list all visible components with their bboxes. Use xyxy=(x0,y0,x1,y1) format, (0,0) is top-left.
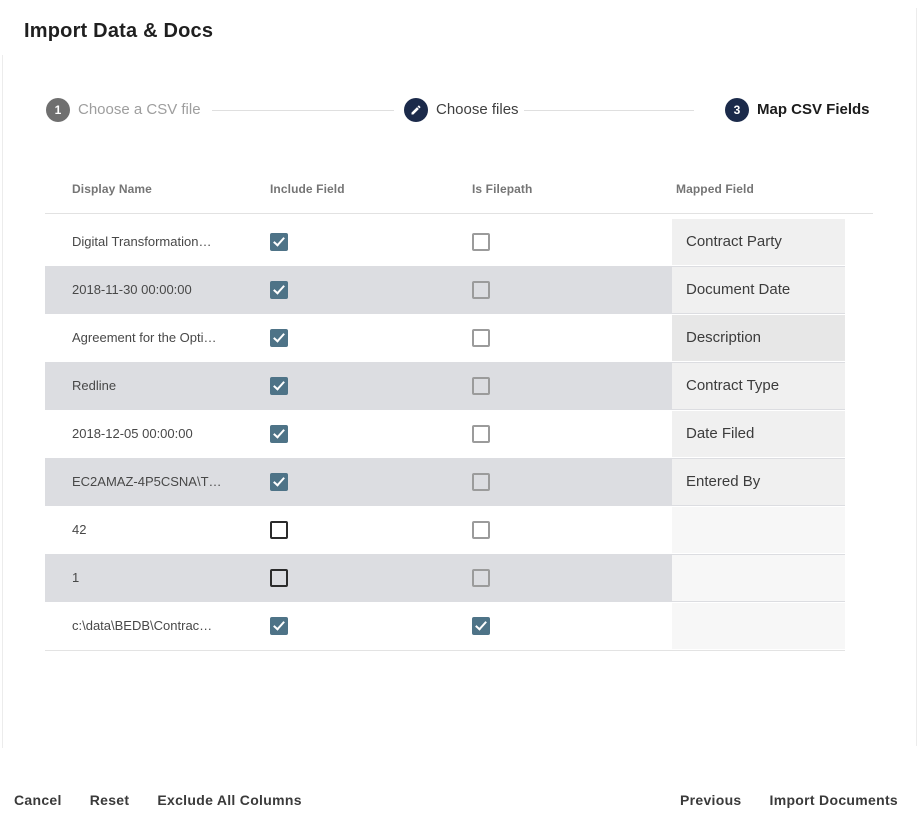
display-name-cell: EC2AMAZ-4P5CSNA\T… xyxy=(72,458,222,506)
table-header-divider xyxy=(45,213,873,214)
display-name-cell: Digital Transformation… xyxy=(72,218,211,266)
cancel-button[interactable]: Cancel xyxy=(0,784,76,816)
reset-button[interactable]: Reset xyxy=(76,784,144,816)
include-field-checkbox[interactable] xyxy=(270,569,288,587)
mapped-field-input[interactable]: Date Filed xyxy=(672,411,845,457)
table-row: 42 xyxy=(45,506,845,554)
step-1-label: Choose a CSV file xyxy=(78,98,201,122)
include-field-checkbox[interactable] xyxy=(270,617,288,635)
table-row: Redline Contract Type xyxy=(45,362,845,410)
dialog-actions-left: Cancel Reset Exclude All Columns xyxy=(0,784,316,816)
pencil-icon xyxy=(410,104,422,116)
column-header-include-field: Include Field xyxy=(270,182,345,196)
include-field-checkbox[interactable] xyxy=(270,329,288,347)
table-row: Digital Transformation… Contract Party xyxy=(45,218,845,266)
mapped-field-input[interactable] xyxy=(672,603,845,649)
is-filepath-checkbox[interactable] xyxy=(472,617,490,635)
step-3-indicator[interactable]: 3 xyxy=(725,98,749,122)
content-left-border xyxy=(2,55,3,748)
dialog-actions-right: Previous Import Documents xyxy=(666,784,912,816)
column-header-display-name: Display Name xyxy=(72,182,152,196)
is-filepath-checkbox[interactable] xyxy=(472,521,490,539)
exclude-all-columns-button[interactable]: Exclude All Columns xyxy=(143,784,315,816)
field-mapping-table: Digital Transformation… Contract Party 2… xyxy=(45,218,845,651)
display-name-cell: c:\data\BEDB\Contrac… xyxy=(72,602,212,650)
display-name-cell: 42 xyxy=(72,506,86,554)
table-row: 2018-11-30 00:00:00 Document Date xyxy=(45,266,845,314)
include-field-checkbox[interactable] xyxy=(270,233,288,251)
is-filepath-checkbox[interactable] xyxy=(472,281,490,299)
display-name-cell: Agreement for the Opti… xyxy=(72,314,217,362)
is-filepath-checkbox[interactable] xyxy=(472,569,490,587)
mapped-field-input[interactable]: Entered By xyxy=(672,459,845,505)
include-field-checkbox[interactable] xyxy=(270,473,288,491)
include-field-checkbox[interactable] xyxy=(270,377,288,395)
mapped-field-input[interactable]: Contract Party xyxy=(672,219,845,265)
table-row: 2018-12-05 00:00:00 Date Filed xyxy=(45,410,845,458)
column-header-mapped-field: Mapped Field xyxy=(676,182,754,196)
is-filepath-checkbox[interactable] xyxy=(472,233,490,251)
mapped-field-input[interactable]: Description xyxy=(672,315,845,361)
step-1-number: 1 xyxy=(55,103,62,117)
step-connector-1 xyxy=(212,110,394,111)
is-filepath-checkbox[interactable] xyxy=(472,329,490,347)
column-header-is-filepath: Is Filepath xyxy=(472,182,532,196)
mapped-field-input[interactable] xyxy=(672,507,845,553)
include-field-checkbox[interactable] xyxy=(270,425,288,443)
table-row: EC2AMAZ-4P5CSNA\T… Entered By xyxy=(45,458,845,506)
is-filepath-checkbox[interactable] xyxy=(472,377,490,395)
table-row: Agreement for the Opti… Description xyxy=(45,314,845,362)
table-row: 1 xyxy=(45,554,845,602)
is-filepath-checkbox[interactable] xyxy=(472,473,490,491)
step-connector-2 xyxy=(524,110,694,111)
dialog-title: Import Data & Docs xyxy=(24,20,213,43)
content-right-border xyxy=(916,8,917,746)
mapped-field-input[interactable]: Contract Type xyxy=(672,363,845,409)
step-1-indicator[interactable]: 1 xyxy=(46,98,70,122)
previous-button[interactable]: Previous xyxy=(666,784,756,816)
display-name-cell: 1 xyxy=(72,554,79,602)
display-name-cell: 2018-11-30 00:00:00 xyxy=(72,266,192,314)
step-2-label: Choose files xyxy=(436,98,519,122)
table-row: c:\data\BEDB\Contrac… xyxy=(45,602,845,650)
step-3-label: Map CSV Fields xyxy=(757,98,870,122)
display-name-cell: 2018-12-05 00:00:00 xyxy=(72,410,193,458)
mapped-field-input[interactable] xyxy=(672,555,845,601)
import-documents-button[interactable]: Import Documents xyxy=(756,784,912,816)
step-2-indicator[interactable] xyxy=(404,98,428,122)
display-name-cell: Redline xyxy=(72,362,116,410)
mapped-field-input[interactable]: Document Date xyxy=(672,267,845,313)
include-field-checkbox[interactable] xyxy=(270,521,288,539)
is-filepath-checkbox[interactable] xyxy=(472,425,490,443)
step-3-number: 3 xyxy=(734,103,741,117)
include-field-checkbox[interactable] xyxy=(270,281,288,299)
